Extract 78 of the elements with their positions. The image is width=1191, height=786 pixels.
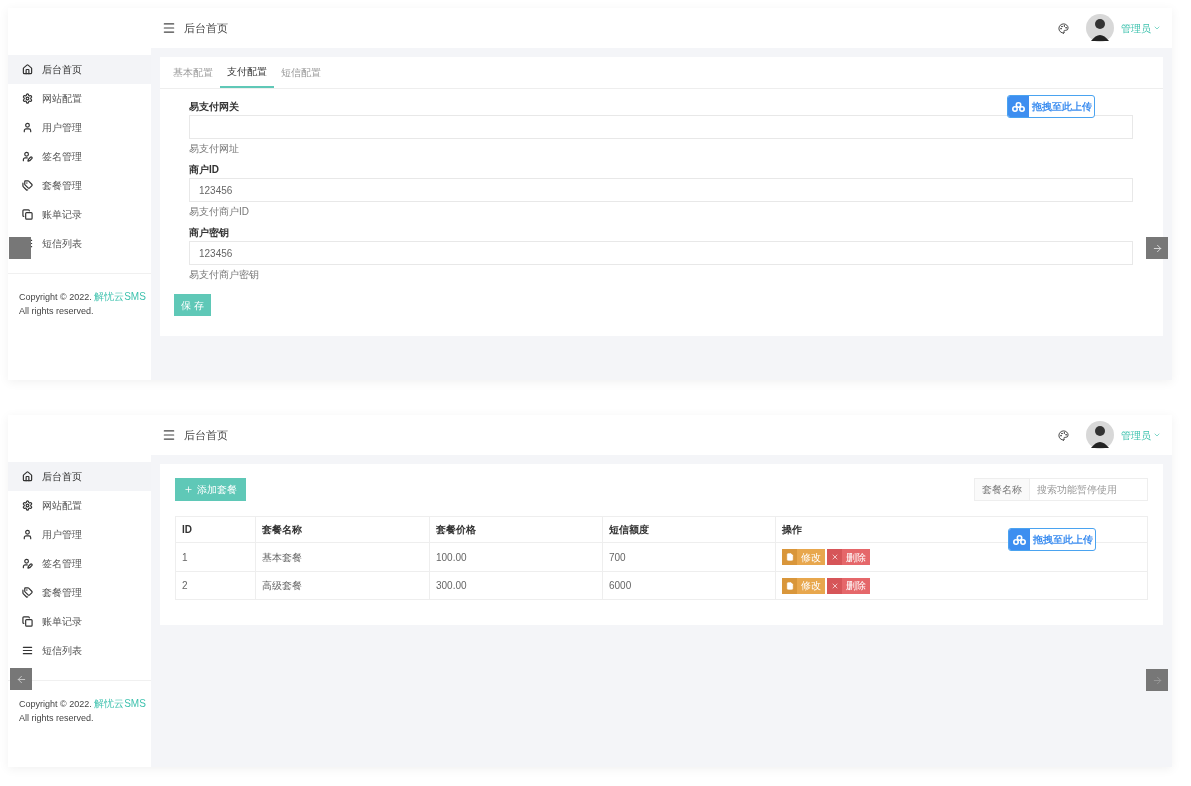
sidebar-item[interactable]: 短信列表	[8, 636, 151, 665]
sidebar-item[interactable]: 签名管理	[8, 142, 151, 171]
sidebar-item[interactable]: 套餐管理	[8, 578, 151, 607]
user-icon	[22, 529, 33, 540]
palette-icon[interactable]	[1058, 429, 1069, 441]
page-title: 后台首页	[184, 20, 228, 36]
arrow-left-icon	[15, 673, 27, 685]
table-cell-text: 2	[181, 579, 189, 593]
caret-icon	[1153, 431, 1161, 439]
caret-icon	[1153, 24, 1161, 32]
field-label: 商户ID	[189, 163, 219, 176]
user-pen-icon	[22, 558, 33, 569]
input-field[interactable]	[189, 115, 1133, 139]
file-icon	[785, 553, 794, 561]
rights-text: All rights reserved.	[19, 305, 95, 318]
sidebar-item[interactable]: 用户管理	[8, 520, 151, 549]
home-icon	[22, 471, 33, 482]
avatar[interactable]	[1086, 14, 1114, 42]
plus-icon	[184, 485, 193, 494]
file-icon	[785, 581, 794, 590]
sidebar-item[interactable]: 套餐管理	[8, 171, 151, 200]
arrow-right-icon	[1151, 242, 1163, 254]
rights-text: All rights reserved.	[19, 712, 95, 725]
table-cell: 100.00	[429, 543, 602, 571]
sidebar-item[interactable]: 账单记录	[8, 200, 151, 229]
column-header: 短信额度	[602, 517, 775, 542]
table-cell: 高级套餐	[255, 572, 429, 599]
delete-button[interactable]: 删除	[827, 549, 870, 565]
tags-icon	[22, 587, 33, 598]
search-field[interactable]: 搜索功能暂停使用	[1030, 478, 1148, 501]
copy-icon	[22, 209, 33, 220]
sidebar-item[interactable]: 后台首页	[8, 55, 151, 84]
table-cell: 6000	[602, 572, 775, 599]
table-cell: 300.00	[429, 572, 602, 599]
home-icon	[22, 64, 33, 75]
cloud-icon	[1013, 534, 1026, 545]
table-cell: 基本套餐	[255, 543, 429, 571]
menu-icon[interactable]	[162, 428, 176, 442]
copy-icon	[22, 616, 33, 627]
help-text: 易支付网址	[189, 142, 239, 156]
sidebar-item[interactable]: 后台首页	[8, 462, 151, 491]
tags-icon	[22, 180, 33, 191]
user-icon	[22, 122, 33, 133]
sidebar-item[interactable]: 签名管理	[8, 549, 151, 578]
input-field[interactable]: 123456	[189, 178, 1133, 202]
table-cell-text: 1	[181, 550, 189, 565]
tab[interactable]: 支付配置	[220, 57, 274, 88]
column-header: 套餐名称	[255, 517, 429, 542]
copyright-text: Copyright © 2022.	[19, 292, 92, 302]
page-title: 后台首页	[184, 427, 228, 443]
gear-icon	[22, 93, 33, 104]
user-pen-icon	[22, 151, 33, 162]
sidebar-item[interactable]: 网站配置	[8, 84, 151, 113]
upload-badge[interactable]: 拖拽至此上传	[1008, 528, 1096, 551]
sidebar-item[interactable]: 用户管理	[8, 113, 151, 142]
column-header: ID	[181, 523, 193, 537]
gear-icon	[22, 500, 33, 511]
close-icon	[830, 553, 839, 561]
copyright-text: Copyright © 2022.	[19, 699, 92, 709]
field-label: 易支付网关	[189, 100, 239, 113]
search-label: 套餐名称	[974, 478, 1030, 501]
avatar[interactable]	[1086, 421, 1114, 449]
menu-icon[interactable]	[162, 21, 176, 35]
sidebar-item[interactable]: 网站配置	[8, 491, 151, 520]
upload-badge[interactable]: 拖拽至此上传	[1007, 95, 1095, 118]
input-field[interactable]: 123456	[189, 241, 1133, 265]
next-button[interactable]	[1146, 237, 1168, 259]
arrow-right-icon	[1151, 674, 1163, 686]
close-icon	[830, 581, 839, 590]
palette-icon[interactable]	[1058, 22, 1069, 34]
help-text: 易支付商户ID	[189, 205, 249, 219]
column-header: 套餐价格	[429, 517, 602, 542]
table-cell: 700	[602, 543, 775, 571]
cloud-icon	[1012, 101, 1025, 112]
help-text: 易支付商户密钥	[189, 268, 259, 282]
delete-button[interactable]: 删除	[827, 577, 870, 594]
sidebar-item[interactable]: 账单记录	[8, 607, 151, 636]
field-label: 商户密钥	[189, 226, 229, 239]
